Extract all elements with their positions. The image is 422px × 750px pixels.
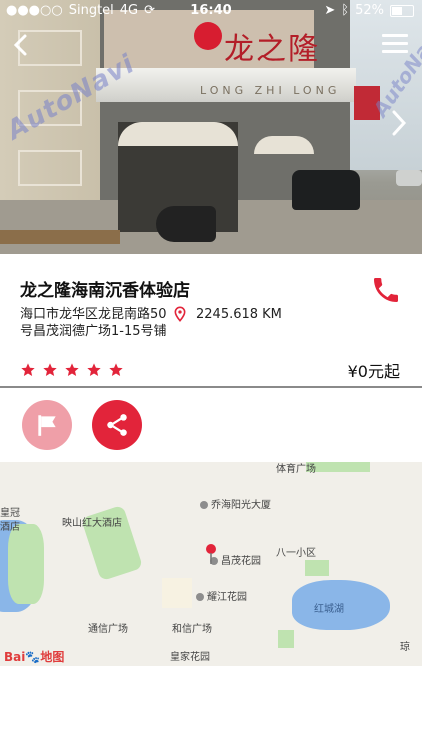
map-pin-icon[interactable]: [205, 544, 217, 564]
map-label: 体育广场: [276, 464, 316, 475]
map-label: 皇冠: [0, 508, 20, 519]
map-label: 酒店: [0, 522, 20, 533]
store-logo: [194, 22, 222, 50]
location-icon: ➤: [324, 3, 336, 18]
paw-icon: 🐾: [25, 650, 41, 664]
scooter: [156, 206, 216, 242]
location-pin-icon: [174, 306, 186, 322]
map-label: 映山红大酒店: [62, 518, 122, 529]
menu-icon[interactable]: [382, 34, 408, 54]
action-bar: [0, 388, 422, 462]
store-address: 海口市龙华区龙昆南路50号昌茂润德广场1-15号铺: [20, 307, 167, 339]
park: [8, 524, 44, 604]
store-info-card: 龙之隆海南沉香体验店 海口市龙华区龙昆南路50号昌茂润德广场1-15号铺 224…: [0, 254, 422, 388]
canopy-text: LONG ZHI LONG: [200, 84, 341, 97]
parked-car: [396, 170, 422, 186]
store-photo: 龙之隆 LONG ZHI LONG AutoNavi AutoNavi: [0, 0, 422, 254]
map-view[interactable]: 体育广场 皇冠 酒店 乔海阳光大厦 映山红大酒店 昌茂花园 八一小区 耀江花园 …: [0, 462, 422, 666]
status-bar: ●●●○○ Singtel 4G ⟳ 16:40 ➤ ᛒ 52%: [0, 0, 422, 22]
star-icon: [109, 363, 123, 376]
map-label: 通信广场: [88, 624, 128, 635]
star-icon: [87, 363, 101, 376]
share-button[interactable]: [92, 400, 142, 450]
bench: [0, 230, 120, 244]
window: [18, 150, 82, 186]
store-name: 龙之隆海南沉香体验店: [20, 281, 190, 301]
map-label: 耀江花园: [196, 588, 247, 603]
star-icon: [43, 363, 57, 376]
share-icon: [107, 414, 127, 436]
baidu-map-logo: Bai🐾地图: [4, 650, 65, 664]
park: [305, 560, 329, 576]
price: ¥0元起: [347, 362, 400, 381]
bluetooth-icon: ᛒ: [341, 3, 350, 18]
star-icon: [65, 363, 79, 376]
map-label: 皇家花园: [170, 652, 210, 663]
battery-percent: 52%: [355, 3, 384, 18]
distance: 2245.618 KM: [172, 306, 282, 322]
flag-icon: [38, 415, 56, 436]
star-icon: [21, 363, 35, 376]
map-label: 琼: [400, 642, 410, 653]
map-label: 红城湖: [314, 604, 344, 615]
block: [162, 578, 192, 608]
distance-value: 2245.618 KM: [196, 306, 282, 322]
window-arch: [254, 136, 314, 154]
phone-icon[interactable]: [370, 274, 402, 306]
map-label: 乔海阳光大厦: [200, 496, 271, 511]
rating-stars: [20, 362, 124, 378]
sign-text: 龙之隆: [224, 32, 320, 67]
flag-button[interactable]: [22, 400, 72, 450]
entrance-arch: [118, 122, 238, 146]
parked-car: [292, 170, 360, 210]
battery-icon: [390, 4, 414, 17]
back-icon[interactable]: [10, 30, 32, 60]
park: [278, 630, 294, 648]
map-label: 昌茂花园: [210, 552, 261, 567]
next-photo-icon[interactable]: [388, 106, 410, 140]
map-label: 八一小区: [276, 548, 316, 559]
map-label: 和信广场: [172, 624, 212, 635]
